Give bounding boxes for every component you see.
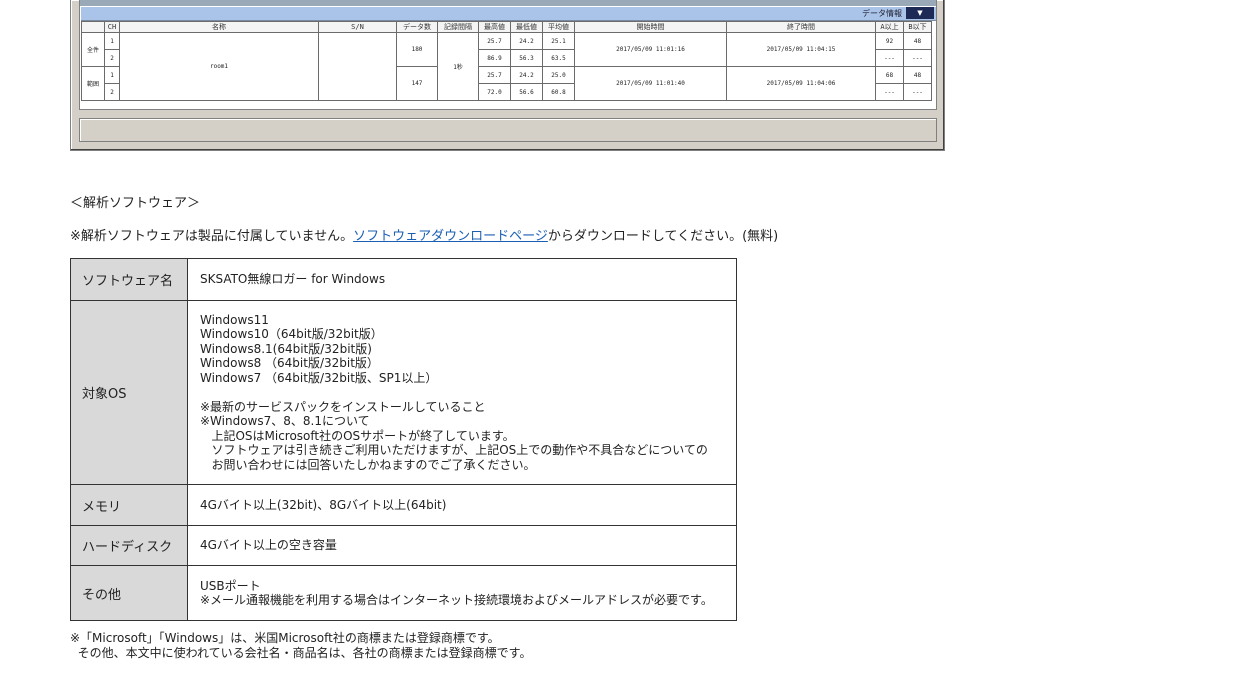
os-line: Windows11 [200,312,269,327]
header-group [81,21,105,33]
spec-row-memory: メモリ 4Gバイト以上(32bit)、8Gバイト以上(64bit) [70,484,737,526]
max-cell: 25.7 [478,32,511,50]
os-line: Windows8.1(64bit版/32bit版) [200,341,372,356]
name-cell: room1 [119,32,319,101]
footnote-line: ※「Microsoft」「Windows」は、米国Microsoft社の商標また… [70,631,500,645]
start-time-cell: 2017/05/09 11:01:16 [574,32,727,67]
header-cell: 平均値 [542,21,575,33]
avg-cell: 60.8 [542,83,575,101]
system-requirements-table: ソフトウェア名 SKSATO無線ロガー for Windows 対象OS Win… [70,258,737,621]
os-line: Windows7 （64bit版/32bit版、SP1以上） [200,370,438,385]
ch-cell: 1 [104,32,120,50]
spec-label: ハードディスク [70,525,188,566]
a-over-cell: 68 [875,66,904,84]
status-panel [79,118,937,142]
sn-cell [318,32,397,101]
os-line: Windows10（64bit版/32bit版） [200,327,383,342]
download-note: ※解析ソフトウェアは製品に付属していません。ソフトウェアダウンロードページからダ… [70,225,778,244]
header-cell: 記録間隔 [437,21,479,33]
start-time-cell: 2017/05/09 11:01:40 [574,66,727,101]
note-suffix: からダウンロードしてください。(無料) [547,229,779,244]
spec-value: Windows11 Windows10（64bit版/32bit版） Windo… [187,300,737,485]
header-cell: データ数 [396,21,438,33]
min-cell: 56.6 [510,83,543,101]
data-info-bar: データ情報 ▼ [81,7,936,21]
max-cell: 72.0 [478,83,511,101]
ch-cell: 2 [104,49,120,67]
footnote-line: その他、本文中に使われている会社名・商品名は、各社の商標または登録商標です。 [70,646,532,660]
max-cell: 86.9 [478,49,511,67]
avg-cell: 25.1 [542,32,575,50]
data-info-dropdown-button[interactable]: ▼ [906,7,934,19]
table-row: 全件 1 room1 180 1秒 25.7 24.2 25.1 2017/05… [81,32,932,101]
spec-row-os: 対象OS Windows11 Windows10（64bit版/32bit版） … [70,300,737,485]
other-line: ※メール通報機能を利用する場合はインターネット接続環境およびメールアドレスが必要… [200,593,713,607]
panel-top-strip [80,0,936,6]
header-cell: B以下 [903,21,932,33]
b-under-cell: 48 [903,32,932,50]
avg-cell: 25.0 [542,66,575,84]
os-line: Windows8 （64bit版/32bit版） [200,356,379,371]
a-over-cell: 92 [875,32,904,50]
avg-cell: 63.5 [542,49,575,67]
spec-label: 対象OS [70,300,188,485]
header-cell: 開始時間 [574,21,727,33]
header-cell: CH [104,21,120,33]
header-cell: A以上 [875,21,904,33]
header-cell: 最高値 [478,21,511,33]
os-line: 上記OSはMicrosoft社のOSサポートが終了しています。 [200,428,515,443]
end-time-cell: 2017/05/09 11:04:06 [726,66,876,101]
section-title: ＜解析ソフトウェア＞ [70,196,201,211]
data-info-label: データ情報 [862,9,902,18]
software-download-link[interactable]: ソフトウェアダウンロードページ [353,229,548,244]
ch-cell: 2 [104,83,120,101]
table-header-row: CH 名称 S/N データ数 記録間隔 最高値 最低値 平均値 開始時間 終了時… [81,21,932,33]
spec-value: 4Gバイト以上の空き容量 [187,525,737,566]
count-cell: 180 [396,32,438,67]
interval-cell: 1秒 [437,32,479,101]
spec-row-other: その他 USBポート ※メール通報機能を利用する場合はインターネット接続環境およ… [70,565,737,621]
min-cell: 56.3 [510,49,543,67]
b-under-cell: 48 [903,66,932,84]
spec-row-disk: ハードディスク 4Gバイト以上の空き容量 [70,525,737,566]
spec-row-software: ソフトウェア名 SKSATO無線ロガー for Windows [70,258,737,301]
note-prefix: ※解析ソフトウェアは製品に付属していません。 [70,229,354,244]
b-under-cell: --- [903,83,932,101]
os-line: お問い合わせには回答いたしかねますのでご了承ください。 [200,457,536,472]
b-under-cell: --- [903,49,932,67]
os-line: ソフトウェアは引き続きご利用いただけますが、上記OS上での動作や不具合などについ… [200,443,708,458]
logger-app-screenshot: データ情報 ▼ CH 名称 S/N データ数 記録間隔 最高値 最低値 平均値 … [70,0,945,151]
a-over-cell: --- [875,83,904,101]
spec-value: 4Gバイト以上(32bit)、8Gバイト以上(64bit) [187,484,737,526]
count-cell: 147 [396,66,438,101]
ch-cell: 1 [104,66,120,84]
os-line: ※最新のサービスパックをインストールしていること [200,399,486,414]
header-cell: 終了時間 [726,21,876,33]
os-line [200,385,736,400]
a-over-cell: --- [875,49,904,67]
spec-value: USBポート ※メール通報機能を利用する場合はインターネット接続環境およびメール… [187,565,737,621]
data-table-panel: データ情報 ▼ CH 名称 S/N データ数 記録間隔 最高値 最低値 平均値 … [79,0,937,110]
min-cell: 24.2 [510,66,543,84]
group-label: 範囲 [81,66,105,101]
trademark-footnote: ※「Microsoft」「Windows」は、米国Microsoft社の商標また… [70,631,531,661]
other-line: USBポート [200,578,261,593]
header-cell: S/N [318,21,397,33]
spec-label: メモリ [70,484,188,526]
spec-label: ソフトウェア名 [70,258,188,301]
header-cell: 名称 [119,21,319,33]
os-line: ※Windows7、8、8.1について [200,414,370,429]
max-cell: 25.7 [478,66,511,84]
spec-label: その他 [70,565,188,621]
min-cell: 24.2 [510,32,543,50]
end-time-cell: 2017/05/09 11:04:15 [726,32,876,67]
header-cell: 最低値 [510,21,543,33]
data-summary-table: CH 名称 S/N データ数 記録間隔 最高値 最低値 平均値 開始時間 終了時… [81,21,932,101]
group-label: 全件 [81,32,105,67]
spec-value: SKSATO無線ロガー for Windows [187,258,737,301]
